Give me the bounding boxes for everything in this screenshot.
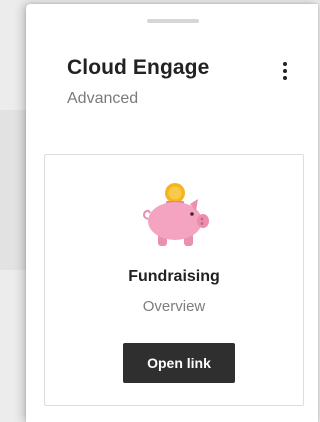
panel-subtitle: Advanced xyxy=(67,90,139,107)
panel-title: Cloud Engage xyxy=(67,56,210,79)
piggy-bank-icon xyxy=(143,183,209,246)
app-card: Fundraising Overview Open link xyxy=(44,154,304,406)
card-title: Fundraising xyxy=(128,268,220,285)
more-options-icon[interactable] xyxy=(274,56,296,86)
card-subtitle: Overview xyxy=(142,298,206,315)
open-link-button[interactable]: Open link xyxy=(123,343,235,383)
side-panel: Cloud Engage Advanced Fundraising Overvi… xyxy=(26,4,318,422)
drag-handle[interactable] xyxy=(147,19,199,23)
